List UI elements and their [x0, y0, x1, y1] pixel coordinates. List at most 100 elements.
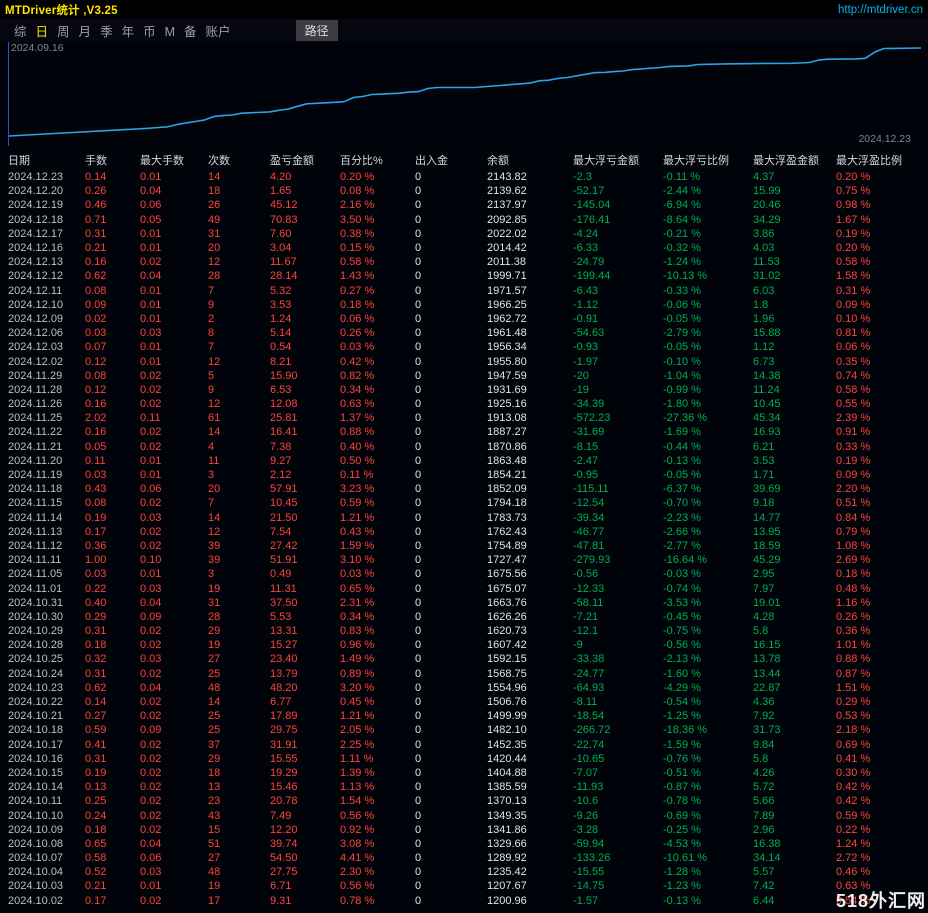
- menu-item-月[interactable]: 月: [79, 25, 92, 39]
- table-row[interactable]: 2024.11.22 0.16 0.02 14 16.41 0.88 % 0 1887.27 -…: [0, 425, 928, 439]
- table-row[interactable]: 2024.12.20 0.26 0.04 18 1.65 0.08 % 0 2139.62 -5…: [0, 184, 928, 198]
- table-row[interactable]: 2024.12.16 0.21 0.01 20 3.04 0.15 % 0 2014.42 -6…: [0, 241, 928, 255]
- table-cell: 0.41: [85, 738, 107, 751]
- table-cell: 3.53: [270, 298, 292, 311]
- table-cell: 26: [208, 199, 221, 212]
- table-row[interactable]: 2024.11.26 0.16 0.02 12 12.08 0.63 % 0 1925.16 -…: [0, 397, 928, 411]
- table-row[interactable]: 2024.11.19 0.03 0.01 3 2.12 0.11 % 0 1854.21 -0.…: [0, 468, 928, 482]
- table-row[interactable]: 2024.10.08 0.65 0.04 51 39.74 3.08 % 0 1329.66 -…: [0, 837, 928, 851]
- table-row[interactable]: 2024.12.23 0.14 0.01 14 4.20 0.20 % 0 2143.82 -2…: [0, 170, 928, 184]
- table-cell: 0: [415, 738, 422, 751]
- menu-item-备[interactable]: 备: [184, 25, 197, 39]
- table-row[interactable]: 2024.12.10 0.09 0.01 9 3.53 0.18 % 0 1966.25 -1.…: [0, 298, 928, 312]
- site-url-link[interactable]: http://mtdriver.cn: [838, 4, 923, 16]
- table-cell: 2: [208, 312, 215, 325]
- menu-item-账户[interactable]: 账户: [206, 25, 231, 39]
- table-row[interactable]: 2024.11.12 0.36 0.02 39 27.42 1.59 % 0 1754.89 -…: [0, 539, 928, 553]
- table-row[interactable]: 2024.12.12 0.62 0.04 28 28.14 1.43 % 0 1999.71 -…: [0, 269, 928, 283]
- table-cell: 0: [415, 681, 422, 694]
- table-row[interactable]: 2024.10.09 0.18 0.02 15 12.20 0.92 % 0 1341.86 -…: [0, 823, 928, 837]
- table-row[interactable]: 2024.12.03 0.07 0.01 7 0.54 0.03 % 0 1956.34 -0.…: [0, 340, 928, 354]
- table-row[interactable]: 2024.12.11 0.08 0.01 7 5.32 0.27 % 0 1971.57 -6.…: [0, 284, 928, 298]
- menu-item-币[interactable]: 币: [143, 25, 156, 39]
- table-row[interactable]: 2024.11.13 0.17 0.02 12 7.54 0.43 % 0 1762.43 -4…: [0, 525, 928, 539]
- table-row[interactable]: 2024.10.25 0.32 0.03 27 23.40 1.49 % 0 1592.15 -…: [0, 652, 928, 666]
- table-row[interactable]: 2024.11.14 0.19 0.03 14 21.50 1.21 % 0 1783.73 -…: [0, 511, 928, 525]
- table-row[interactable]: 2024.11.18 0.43 0.06 20 57.91 3.23 % 0 1852.09 -…: [0, 482, 928, 496]
- table-row[interactable]: 2024.10.10 0.24 0.02 43 7.49 0.56 % 0 1349.35 -9…: [0, 808, 928, 822]
- table-cell: 0: [415, 596, 422, 609]
- table-cell: 7: [208, 497, 215, 510]
- table-row[interactable]: 2024.10.23 0.62 0.04 48 48.20 3.20 % 0 1554.96 -…: [0, 681, 928, 695]
- table-cell: 0.55 %: [836, 398, 871, 411]
- table-cell: 0.36 %: [836, 625, 871, 638]
- table-row[interactable]: 2024.11.21 0.05 0.02 4 7.38 0.40 % 0 1870.86 -8.…: [0, 440, 928, 454]
- table-row[interactable]: 2024.10.07 0.58 0.06 27 54.50 4.41 % 0 1289.92 -…: [0, 851, 928, 865]
- table-row[interactable]: 2024.10.15 0.19 0.02 18 19.29 1.39 % 0 1404.88 -…: [0, 766, 928, 780]
- table-cell: 1762.43: [487, 525, 527, 538]
- table-cell: 2139.62: [487, 185, 527, 198]
- table-row[interactable]: 2024.12.18 0.71 0.05 49 70.83 3.50 % 0 2092.85 -…: [0, 213, 928, 227]
- table-cell: 0.02: [140, 696, 162, 709]
- table-row[interactable]: 2024.10.18 0.59 0.09 25 29.75 2.05 % 0 1482.10 -…: [0, 723, 928, 737]
- table-row[interactable]: 2024.10.03 0.21 0.01 19 6.71 0.56 % 0 1207.67 -1…: [0, 879, 928, 893]
- table-row[interactable]: 2024.10.31 0.40 0.04 31 37.50 2.31 % 0 1663.76 -…: [0, 596, 928, 610]
- table-row[interactable]: 2024.10.17 0.41 0.02 37 31.91 2.25 % 0 1452.35 -…: [0, 738, 928, 752]
- table-cell: 1966.25: [487, 298, 527, 311]
- table-cell: 1.08 %: [836, 539, 871, 552]
- table-row[interactable]: 2024.10.21 0.27 0.02 25 17.89 1.21 % 0 1499.99 -…: [0, 709, 928, 723]
- table-row[interactable]: 2024.11.01 0.22 0.03 19 11.31 0.65 % 0 1675.07 -…: [0, 581, 928, 595]
- table-cell: 0.62: [85, 681, 107, 694]
- table-row[interactable]: 2024.10.11 0.25 0.02 23 20.78 1.54 % 0 1370.13 -…: [0, 794, 928, 808]
- table-cell: -1.25 %: [663, 710, 701, 723]
- table-cell: 15.55: [270, 752, 298, 765]
- table-row[interactable]: 2024.11.20 0.11 0.01 11 9.27 0.50 % 0 1863.48 -2…: [0, 454, 928, 468]
- menu-item-周[interactable]: 周: [57, 25, 70, 39]
- table-cell: 2024.10.23: [8, 681, 64, 694]
- table-cell: 0.84 %: [836, 511, 871, 524]
- table-row[interactable]: 2024.11.25 2.02 0.11 61 25.81 1.37 % 0 1913.08 -…: [0, 411, 928, 425]
- table-row[interactable]: 2024.10.29 0.31 0.02 29 13.31 0.83 % 0 1620.73 -…: [0, 624, 928, 638]
- table-row[interactable]: 2024.11.29 0.08 0.02 5 15.90 0.82 % 0 1947.59 -2…: [0, 369, 928, 383]
- table-row[interactable]: 2024.12.06 0.03 0.03 8 5.14 0.26 % 0 1961.48 -54…: [0, 326, 928, 340]
- table-row[interactable]: 2024.12.09 0.02 0.01 2 1.24 0.06 % 0 1962.72 -0.…: [0, 312, 928, 326]
- table-cell: 0.01: [140, 568, 162, 581]
- table-row[interactable]: 2024.10.14 0.13 0.02 13 15.46 1.13 % 0 1385.59 -…: [0, 780, 928, 794]
- table-cell: 0.09: [85, 298, 107, 311]
- table-cell: -266.72: [573, 724, 611, 737]
- table-cell: 2024.10.11: [8, 795, 63, 808]
- table-cell: 0.31 %: [836, 284, 871, 297]
- table-row[interactable]: 2024.10.30 0.29 0.09 28 5.53 0.34 % 0 1626.26 -7…: [0, 610, 928, 624]
- table-cell: 0.02: [140, 752, 162, 765]
- table-row[interactable]: 2024.12.17 0.31 0.01 31 7.60 0.38 % 0 2022.02 -4…: [0, 227, 928, 241]
- menu-item-日[interactable]: 日: [36, 25, 49, 39]
- menu-item-年[interactable]: 年: [122, 25, 135, 39]
- table-cell: 2.72 %: [836, 852, 871, 865]
- table-row[interactable]: 2024.12.02 0.12 0.01 12 8.21 0.42 % 0 1955.80 -1…: [0, 354, 928, 368]
- table-row[interactable]: 2024.12.19 0.46 0.06 26 45.12 2.16 % 0 2137.97 -…: [0, 198, 928, 212]
- table-row[interactable]: 2024.11.11 1.00 0.10 39 51.91 3.10 % 0 1727.47 -…: [0, 553, 928, 567]
- table-cell: 0.71: [85, 213, 107, 226]
- table-cell: 29: [208, 752, 221, 765]
- table-cell: -0.93: [573, 341, 599, 354]
- table-cell: -2.77 %: [663, 539, 701, 552]
- table-row[interactable]: 2024.10.24 0.31 0.02 25 13.79 0.89 % 0 1568.75 -…: [0, 667, 928, 681]
- table-cell: -9.26: [573, 809, 599, 822]
- table-row[interactable]: 2024.10.28 0.18 0.02 19 15.27 0.96 % 0 1607.42 -…: [0, 638, 928, 652]
- table-cell: 4.20: [270, 171, 292, 184]
- table-row[interactable]: 2024.10.16 0.31 0.02 29 15.55 1.11 % 0 1420.44 -…: [0, 752, 928, 766]
- table-row[interactable]: 2024.10.04 0.52 0.03 48 27.75 2.30 % 0 1235.42 -…: [0, 865, 928, 879]
- table-row[interactable]: 2024.10.22 0.14 0.02 14 6.77 0.45 % 0 1506.76 -8…: [0, 695, 928, 709]
- table-cell: 0.02: [140, 894, 162, 907]
- table-row[interactable]: 2024.10.02 0.17 0.02 17 9.31 0.78 % 0 1200.96 -1…: [0, 894, 928, 908]
- table-row[interactable]: 2024.12.13 0.16 0.02 12 11.67 0.58 % 0 2011.38 -…: [0, 255, 928, 269]
- table-row[interactable]: 2024.11.05 0.03 0.01 3 0.49 0.03 % 0 1675.56 -0.…: [0, 567, 928, 581]
- table-cell: 0: [415, 823, 422, 836]
- menu-item-季[interactable]: 季: [100, 25, 113, 39]
- table-cell: 0: [415, 213, 422, 226]
- menu-item-M[interactable]: M: [165, 25, 175, 39]
- table-row[interactable]: 2024.11.15 0.08 0.02 7 10.45 0.59 % 0 1794.18 -1…: [0, 496, 928, 510]
- menu-item-综[interactable]: 综: [14, 25, 27, 39]
- path-button[interactable]: 路径: [295, 20, 338, 41]
- table-row[interactable]: 2024.11.28 0.12 0.02 9 6.53 0.34 % 0 1931.69 -19…: [0, 383, 928, 397]
